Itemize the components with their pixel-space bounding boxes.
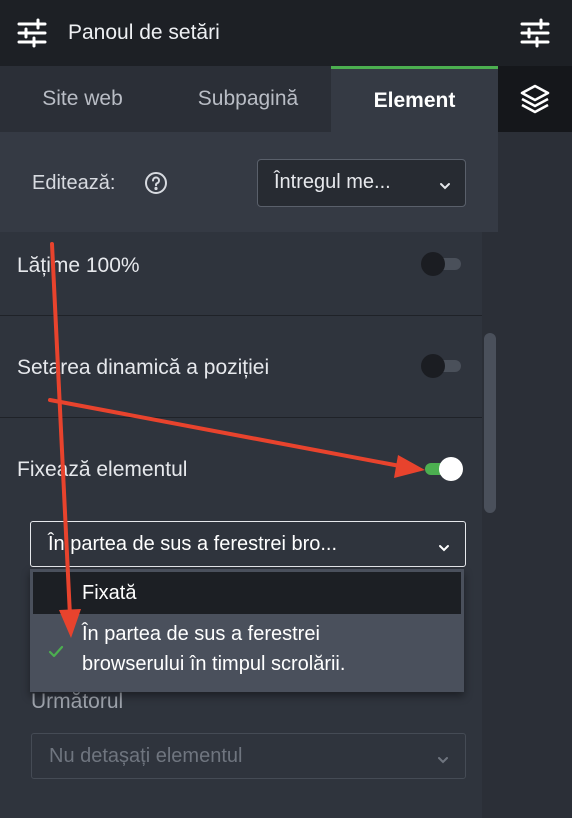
fix-position-value: În partea de sus a ferestrei bro...: [48, 533, 338, 555]
chevron-down-icon: [437, 538, 451, 552]
setting-row-width: Lățime 100%: [0, 232, 482, 316]
question-circle-icon[interactable]: [144, 171, 168, 195]
settings-panel-header: Panoul de setări: [0, 0, 498, 66]
option-text-line: În partea de sus a ferestrei: [82, 623, 320, 645]
check-icon: [46, 641, 66, 661]
fix-position-select[interactable]: În partea de sus a ferestrei bro...: [30, 521, 466, 567]
option-text-line: browserului în timpul scrolării.: [82, 653, 346, 675]
edit-scope-value: Întregul me...: [274, 171, 391, 193]
rail-layers-tab[interactable]: [498, 66, 572, 132]
fix-position-dropdown: Fixată În partea de sus a ferestrei brow…: [30, 569, 464, 692]
edit-row: Editează: Întregul me...: [0, 132, 498, 232]
next-label: Următorul: [31, 690, 124, 713]
chevron-down-icon: [436, 750, 450, 764]
layers-icon[interactable]: [519, 83, 551, 115]
edit-label: Editează:: [32, 172, 116, 194]
right-rail: [498, 0, 572, 818]
next-placeholder: Nu detașați elementul: [49, 745, 243, 767]
dynamic-position-toggle[interactable]: [421, 354, 463, 378]
fix-element-toggle[interactable]: [421, 457, 463, 481]
chevron-down-icon: [438, 176, 452, 190]
scrollbar-thumb[interactable]: [484, 333, 496, 513]
sliders-icon[interactable]: [519, 17, 551, 49]
width-toggle[interactable]: [421, 252, 463, 276]
panel-title: Panoul de setări: [68, 21, 220, 44]
option-fixed[interactable]: Fixată: [33, 572, 461, 614]
sliders-icon[interactable]: [16, 17, 48, 49]
next-select[interactable]: Nu detașați elementul: [31, 733, 466, 779]
edit-scope-select[interactable]: Întregul me...: [257, 159, 466, 207]
tab-site-web[interactable]: Site web: [0, 66, 165, 132]
setting-label: Lățime 100%: [17, 254, 140, 277]
option-top-of-window[interactable]: În partea de sus a ferestrei browserului…: [30, 619, 464, 679]
scrollbar-track[interactable]: [482, 232, 498, 818]
setting-row-dynamic-position: Setarea dinamică a poziției: [0, 316, 482, 418]
tab-element[interactable]: Element: [331, 66, 498, 132]
setting-label: Setarea dinamică a poziției: [17, 356, 270, 379]
rail-settings-tab[interactable]: [498, 0, 572, 66]
tab-subpage[interactable]: Subpagină: [165, 66, 331, 132]
setting-label: Fixează elementul: [17, 458, 188, 481]
tab-bar: Site web Subpagină Element: [0, 66, 498, 132]
